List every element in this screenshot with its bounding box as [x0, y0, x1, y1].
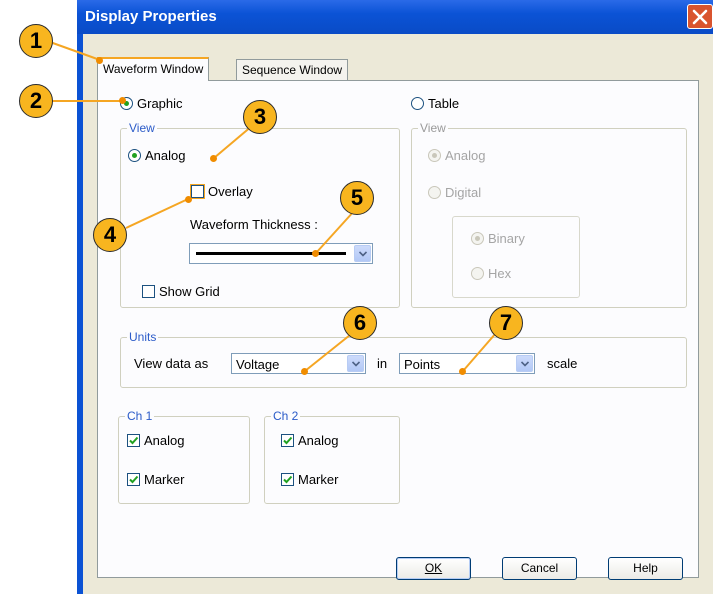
callout-pointer — [312, 250, 319, 257]
callout-4: 4 — [93, 218, 127, 252]
callout-3: 3 — [243, 100, 277, 134]
callout-pointer — [459, 368, 466, 375]
callout-1: 1 — [19, 24, 53, 58]
callout-pointer — [210, 155, 217, 162]
callout-6: 6 — [343, 306, 377, 340]
callout-pointer — [301, 368, 308, 375]
callout-pointer — [119, 97, 126, 104]
callout-pointer — [96, 57, 103, 64]
callout-pointer — [185, 196, 192, 203]
callout-5: 5 — [340, 181, 374, 215]
callout-7: 7 — [489, 306, 523, 340]
callout-2: 2 — [19, 84, 53, 118]
callout-leader-lines — [49, 41, 497, 372]
